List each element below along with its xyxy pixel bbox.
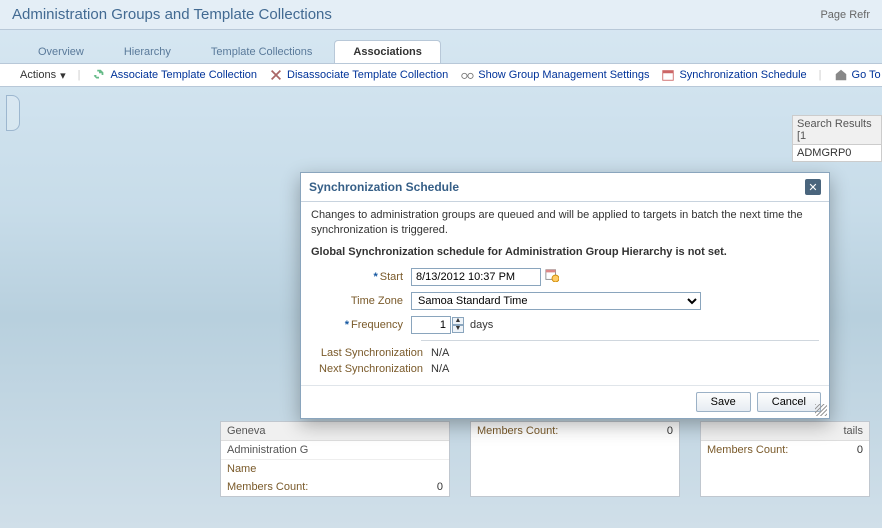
glasses-icon [460, 68, 474, 82]
spin-up-icon[interactable]: ▲ [452, 317, 464, 325]
group-card: Geneva Administration G Name Members Cou… [220, 421, 450, 497]
save-button[interactable]: Save [696, 392, 751, 412]
sync-schedule-button[interactable]: Synchronization Schedule [661, 68, 806, 82]
tab-overview[interactable]: Overview [20, 41, 102, 63]
resize-grip-icon[interactable] [815, 404, 827, 416]
page-title: Administration Groups and Template Colle… [12, 6, 332, 23]
card-members-value: 0 [857, 444, 863, 456]
card-members-value: 0 [667, 425, 673, 437]
unlink-icon [269, 68, 283, 82]
disassociate-template-button[interactable]: Disassociate Template Collection [269, 68, 448, 82]
actions-menu-label: Actions [20, 69, 56, 81]
dialog-status: Global Synchronization schedule for Admi… [311, 246, 819, 258]
link-icon [92, 68, 106, 82]
next-sync-label: Next Synchronization [311, 363, 431, 375]
last-sync-label: Last Synchronization [311, 347, 431, 359]
search-results-header: Search Results [1 [792, 115, 882, 145]
show-group-settings-button[interactable]: Show Group Management Settings [460, 68, 649, 82]
dialog-footer: Save Cancel [301, 385, 829, 418]
card-subtitle: Administration G [221, 441, 449, 460]
goto-button[interactable]: Go To G [834, 68, 882, 82]
card-details-tab: tails [701, 422, 869, 441]
card-members-value: 0 [437, 481, 443, 493]
timezone-label: Time Zone [311, 295, 411, 307]
card-members-label: Members Count: [477, 425, 558, 437]
dialog-title: Synchronization Schedule [309, 180, 459, 194]
search-results-panel: Search Results [1 ADMGRP0 [792, 115, 882, 162]
tab-hierarchy[interactable]: Hierarchy [106, 41, 189, 63]
frequency-label: *Frequency [311, 319, 411, 331]
card-name-label: Name [227, 463, 256, 475]
home-icon [834, 68, 848, 82]
dialog-description: Changes to administration groups are que… [311, 208, 819, 238]
close-icon[interactable]: ✕ [805, 179, 821, 195]
next-sync-row: Next Synchronization N/A [311, 363, 819, 375]
frequency-input[interactable] [411, 316, 451, 334]
page-header: Administration Groups and Template Colle… [0, 0, 882, 30]
tab-template-collections[interactable]: Template Collections [193, 41, 331, 63]
tabbar: Overview Hierarchy Template Collections … [0, 30, 882, 63]
dialog-titlebar: Synchronization Schedule ✕ [301, 173, 829, 202]
calendar-picker-icon[interactable] [545, 268, 559, 285]
chevron-down-icon: ▾ [60, 69, 66, 82]
tab-associations[interactable]: Associations [334, 40, 440, 63]
group-cards: Geneva Administration G Name Members Cou… [220, 421, 870, 497]
toolbar: Actions ▾ | Associate Template Collectio… [0, 63, 882, 87]
associate-template-button[interactable]: Associate Template Collection [92, 68, 257, 82]
divider [421, 340, 819, 341]
timezone-select[interactable]: Samoa Standard Time [411, 292, 701, 310]
timezone-row: Time Zone Samoa Standard Time [311, 292, 819, 310]
last-sync-value: N/A [431, 347, 449, 359]
page-refresh-link[interactable]: Page Refr [820, 9, 870, 21]
dialog-body: Changes to administration groups are que… [301, 202, 829, 385]
start-input[interactable] [411, 268, 541, 286]
cancel-button[interactable]: Cancel [757, 392, 821, 412]
card-title: Geneva [221, 422, 449, 441]
actions-menu[interactable]: Actions ▾ [20, 69, 66, 82]
start-row: *Start [311, 268, 819, 286]
frequency-spinner[interactable]: ▲ ▼ [452, 317, 464, 333]
next-sync-value: N/A [431, 363, 449, 375]
card-members-label: Members Count: [707, 444, 788, 456]
collapse-handle[interactable] [6, 95, 20, 131]
start-label: *Start [311, 271, 411, 283]
frequency-unit: days [470, 319, 493, 331]
sync-schedule-dialog: Synchronization Schedule ✕ Changes to ad… [300, 172, 830, 419]
spin-down-icon[interactable]: ▼ [452, 325, 464, 333]
group-card: tails Members Count: 0 [700, 421, 870, 497]
calendar-icon [661, 68, 675, 82]
group-card: Members Count: 0 [470, 421, 680, 497]
last-sync-row: Last Synchronization N/A [311, 347, 819, 359]
search-result-item[interactable]: ADMGRP0 [792, 145, 882, 162]
frequency-row: *Frequency ▲ ▼ days [311, 316, 819, 334]
card-members-label: Members Count: [227, 481, 308, 493]
